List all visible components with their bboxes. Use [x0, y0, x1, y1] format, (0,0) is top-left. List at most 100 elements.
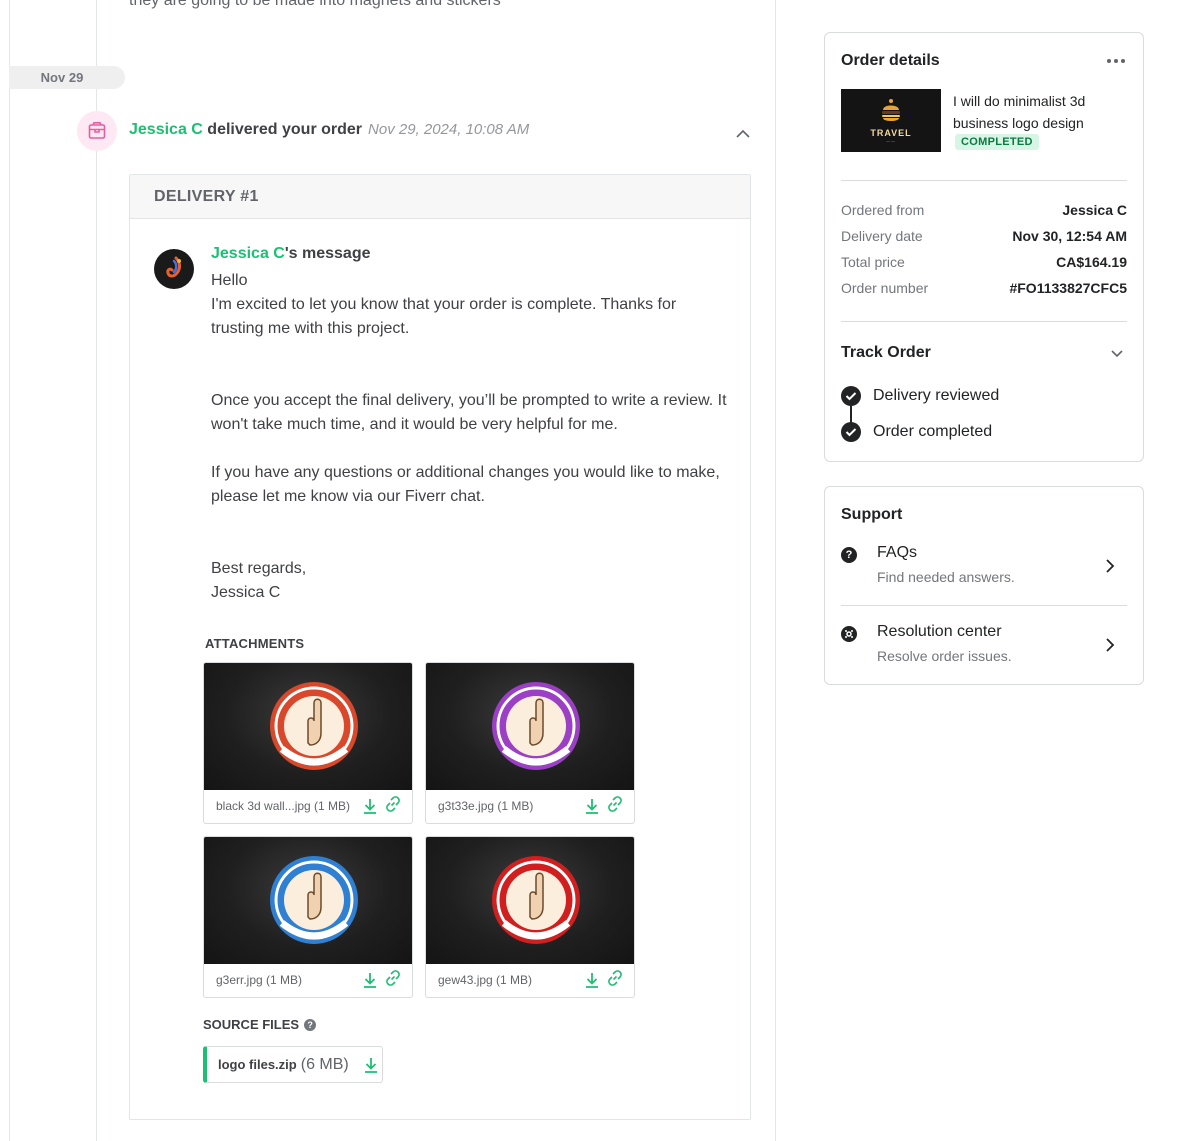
support-title: Support [841, 506, 903, 523]
order-details-title: Order details [841, 52, 940, 69]
order-number-row: Order number #FO1133827CFC5 [841, 280, 1127, 296]
chevron-right-icon [1104, 636, 1116, 654]
resolution-center-link[interactable]: Resolution center Resolve order issues. [841, 623, 1127, 686]
link-icon[interactable] [384, 795, 402, 813]
download-icon[interactable] [362, 797, 378, 815]
message-line: Jessica C [211, 584, 281, 601]
check-icon [841, 386, 861, 406]
support-item-label: Resolution center [877, 623, 1002, 640]
divider [841, 605, 1127, 606]
delivery-date-row: Delivery date Nov 30, 12:54 AM [841, 228, 1127, 244]
order-details-card: Order details TRAVEL —— I will do minima… [824, 32, 1144, 462]
source-files-heading: SOURCE FILES ? [203, 1017, 317, 1032]
timeline-line [96, 0, 97, 1141]
collapse-chevron-up-icon[interactable] [734, 126, 752, 142]
club-badge-image [270, 682, 358, 770]
message-title: Jessica C's message [211, 245, 370, 263]
status-badge: COMPLETED [955, 134, 1039, 150]
divider [841, 180, 1127, 181]
row-label: Delivery date [841, 228, 923, 244]
row-value: Jessica C [1062, 202, 1127, 218]
attachment-preview[interactable] [426, 663, 634, 790]
attachment-thumbnail[interactable]: g3t33e.jpg (1 MB) [425, 662, 635, 824]
track-order-title[interactable]: Track Order [841, 344, 931, 362]
track-step: Order completed [841, 422, 992, 442]
attachment-preview[interactable] [204, 663, 412, 790]
more-options-icon[interactable] [1106, 53, 1126, 69]
seller-avatar[interactable] [154, 249, 194, 289]
gig-title-link[interactable]: I will do minimalist 3d business logo de… [953, 90, 1123, 134]
download-icon[interactable] [584, 797, 600, 815]
left-border [9, 0, 10, 1141]
link-icon[interactable] [606, 795, 624, 813]
event-action: delivered your order [202, 121, 363, 138]
attachment-preview[interactable] [204, 837, 412, 964]
source-file-size: (6 MB) [300, 1055, 349, 1073]
gig-thumbnail[interactable]: TRAVEL —— [841, 89, 941, 152]
attachment-thumbnail[interactable]: black 3d wall...jpg (1 MB) [203, 662, 413, 824]
row-value: Nov 30, 12:54 AM [1012, 228, 1127, 244]
faqs-link[interactable]: ? FAQs Find needed answers. [841, 544, 1127, 607]
total-price-row: Total price CA$164.19 [841, 254, 1127, 270]
source-file-item[interactable]: logo files.zip (6 MB) [203, 1046, 383, 1083]
club-badge-image [492, 682, 580, 770]
attachment-filename[interactable]: gew43.jpg (1 MB) [438, 973, 532, 987]
row-label: Total price [841, 254, 905, 270]
gig-thumb-text: TRAVEL [870, 128, 912, 138]
message-line: If you have any questions or additional … [211, 464, 720, 505]
download-icon[interactable] [362, 971, 378, 989]
download-icon[interactable] [584, 971, 600, 989]
support-item-subtitle: Find needed answers. [877, 569, 1015, 585]
attachment-filename[interactable]: g3err.jpg (1 MB) [216, 973, 302, 987]
message-body: Hello I'm excited to let you know that y… [211, 269, 731, 605]
chevron-right-icon [1104, 557, 1116, 575]
delivery-event: Jessica C delivered your order Nov 29, 20… [129, 120, 529, 140]
event-timestamp: Nov 29, 2024, 10:08 AM [368, 121, 530, 138]
link-icon[interactable] [384, 969, 402, 987]
delivery-card: DELIVERY #1 Jessica C's message Hello I'… [129, 174, 751, 1120]
club-badge-image [270, 856, 358, 944]
question-icon: ? [841, 547, 857, 563]
message-sender-link[interactable]: Jessica C [211, 245, 285, 262]
support-item-label: FAQs [877, 544, 918, 561]
previous-message-text: they are going to be made into magnets a… [129, 0, 501, 9]
package-icon [77, 111, 117, 151]
divider [841, 321, 1127, 322]
track-step-label: Delivery reviewed [873, 387, 1000, 404]
message-line: Once you accept the final delivery, you’… [211, 392, 727, 433]
burger-logo-icon [882, 99, 900, 121]
row-value: CA$164.19 [1056, 254, 1127, 270]
download-icon[interactable] [363, 1056, 379, 1074]
message-line: Hello [211, 272, 248, 289]
link-icon[interactable] [606, 969, 624, 987]
message-line: Best regards, [211, 560, 307, 577]
support-card: Support ? FAQs Find needed answers. Reso… [824, 486, 1144, 685]
row-value: #FO1133827CFC5 [1009, 280, 1127, 296]
attachment-filename[interactable]: g3t33e.jpg (1 MB) [438, 799, 533, 813]
club-badge-image [492, 856, 580, 944]
ordered-from-row: Ordered from Jessica C [841, 202, 1127, 218]
attachment-preview[interactable] [426, 837, 634, 964]
attachment-thumbnail[interactable]: gew43.jpg (1 MB) [425, 836, 635, 998]
track-step-label: Order completed [873, 423, 993, 440]
message-line: I'm excited to let you know that your or… [211, 296, 677, 337]
date-separator: Nov 29 [9, 66, 125, 89]
attachment-thumbnail[interactable]: g3err.jpg (1 MB) [203, 836, 413, 998]
track-step: Delivery reviewed [841, 386, 999, 406]
chevron-down-icon[interactable] [1109, 346, 1125, 360]
main-divider [775, 0, 776, 1141]
row-label: Order number [841, 280, 929, 296]
track-connector [850, 406, 852, 423]
attachment-filename[interactable]: black 3d wall...jpg (1 MB) [216, 799, 350, 813]
delivery-title: DELIVERY #1 [130, 175, 750, 219]
row-label: Ordered from [841, 202, 925, 218]
support-item-subtitle: Resolve order issues. [877, 648, 1012, 664]
message-title-suffix: 's message [284, 245, 371, 262]
check-icon [841, 422, 861, 442]
seller-name-link[interactable]: Jessica C [129, 121, 203, 138]
order-page: they are going to be made into magnets a… [0, 0, 1183, 1141]
source-file-name: logo files.zip [218, 1057, 297, 1072]
lifebuoy-icon [841, 626, 857, 642]
source-files-label: SOURCE FILES [203, 1017, 300, 1032]
help-icon[interactable]: ? [304, 1018, 317, 1031]
